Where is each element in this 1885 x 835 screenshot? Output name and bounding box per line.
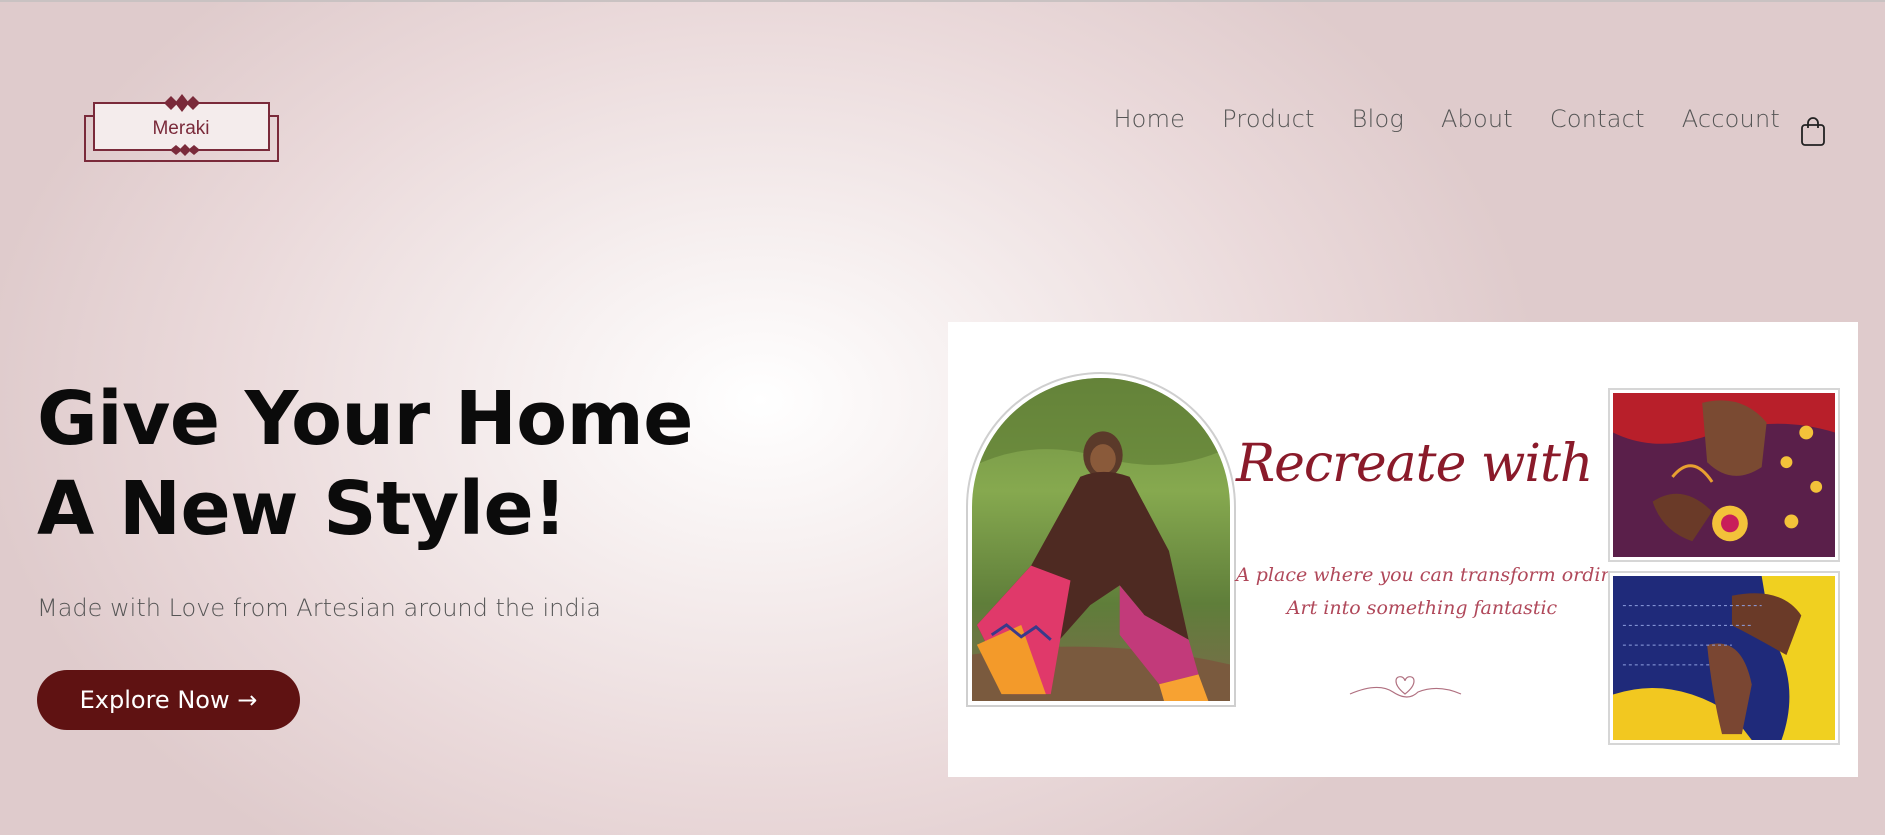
embroidery-photo-top [1608,388,1840,562]
nav-account[interactable]: Account [1682,105,1780,133]
artisan-illustration [972,378,1230,701]
hero-title-line1: Give Your Home [37,376,693,462]
hero-banner: Recreate with love A place where you can… [948,322,1858,777]
logo-text: Meraki [152,118,209,139]
hero-title-line2: A New Style! [37,466,567,552]
hero-title: Give Your Home A New Style! [37,374,737,554]
banner-tagline-line1: A place where you can transform ordinary [1236,564,1644,586]
nav-about[interactable]: About [1441,105,1513,133]
embroidery-image-top [1613,393,1835,557]
banner-script-title: Recreate with love [1236,434,1713,494]
banner-tagline-line2: Art into something fantastic [1286,597,1558,619]
embroidery-photo-bottom [1608,571,1840,745]
nav-blog[interactable]: Blog [1352,105,1404,133]
embroidery-image-bottom [1613,576,1835,740]
arch-photo-frame [966,372,1236,707]
heart-swirl-icon [1349,676,1462,698]
shopping-bag-icon[interactable] [1798,115,1828,147]
nav-contact[interactable]: Contact [1550,105,1645,133]
site-header: Meraki Home Product Blog About Contact A… [0,2,1885,242]
main-nav: Home Product Blog About Contact Account [1113,105,1780,133]
hero-subtitle: Made with Love from Artesian around the … [37,594,601,622]
explore-now-button[interactable]: Explore Now → [37,670,300,730]
nav-home[interactable]: Home [1113,105,1185,133]
meraki-logo[interactable]: Meraki [84,92,279,162]
nav-product[interactable]: Product [1222,105,1315,133]
artisan-photo [972,378,1230,701]
